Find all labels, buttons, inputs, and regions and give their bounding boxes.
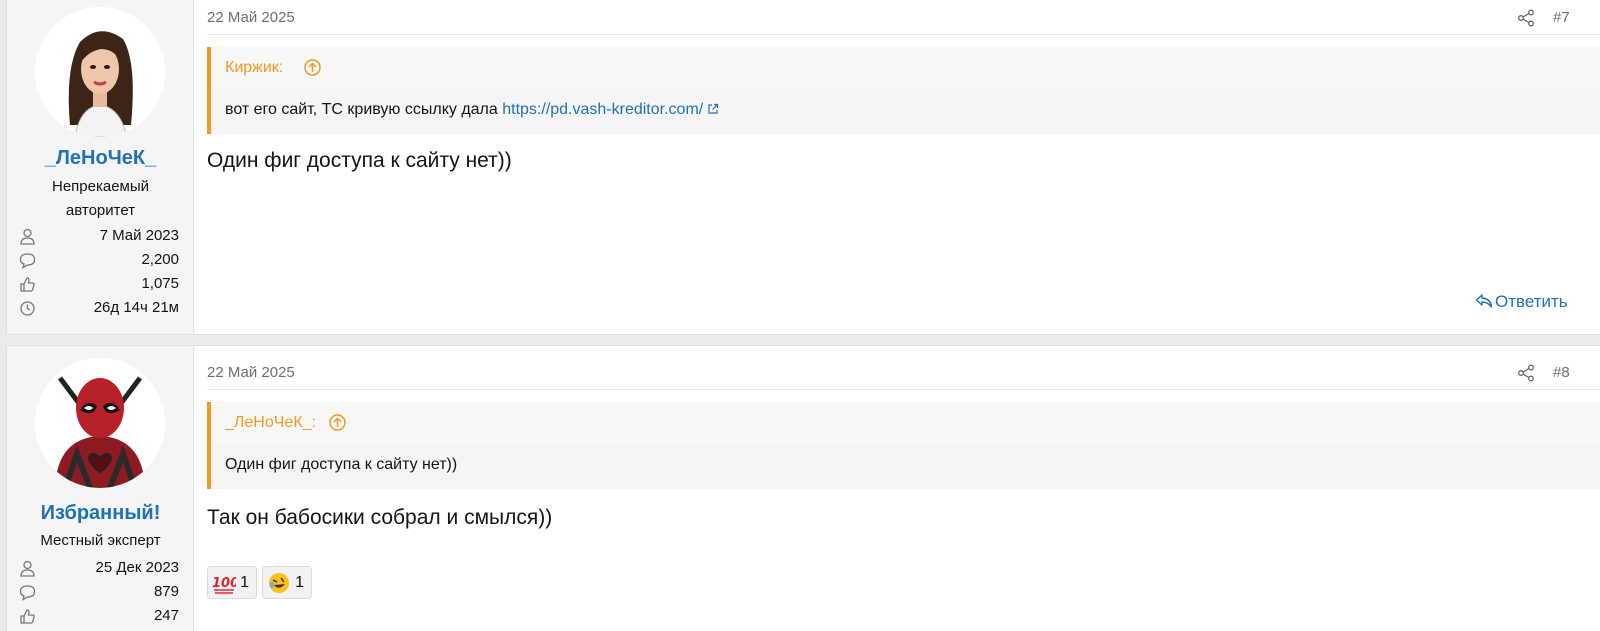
external-link-icon (708, 103, 719, 114)
thumbs-up-icon (20, 609, 35, 624)
svg-text:100: 100 (212, 576, 236, 591)
share-icon[interactable] (1517, 9, 1535, 27)
reaction-hundred[interactable]: 100 1 (207, 566, 257, 599)
user-icon (20, 228, 35, 245)
reaction-count: 1 (240, 574, 249, 591)
username[interactable]: _ЛеНоЧеК_ (7, 147, 194, 170)
stat-messages: 879 (19, 581, 179, 605)
post-number[interactable]: #8 (1553, 364, 1570, 381)
stat-messages-value: 879 (153, 583, 179, 600)
post-content: 22 Май 2025 #8 _ЛеНоЧеК_: Один фиг досту… (207, 346, 1600, 631)
post-meta: 22 Май 2025 #8 (207, 356, 1600, 390)
hundred-points-icon: 100 (212, 576, 236, 594)
user-title: Местный эксперт (40, 532, 161, 549)
stat-online-value: 26д 14ч 21м (93, 299, 179, 316)
user-icon (20, 560, 35, 577)
stat-messages-value: 2,200 (141, 251, 179, 268)
post-7: _ЛеНоЧеК_ Непрекаемый авторитет 7 Май 202… (6, 0, 1600, 335)
stat-joined: 7 Май 2023 (19, 225, 179, 249)
user-avatar[interactable] (35, 358, 165, 488)
post-message: Так он бабосики собрал и смылся)) (207, 506, 553, 529)
quote-header: Киржик: (211, 47, 1600, 89)
arrow-up-circle-icon[interactable] (328, 413, 347, 432)
post-number[interactable]: #7 (1553, 9, 1570, 26)
username[interactable]: Избранный! (7, 502, 194, 525)
quote-author[interactable]: _ЛеНоЧеК_: (225, 414, 316, 432)
post-date[interactable]: 22 Май 2025 (207, 9, 295, 26)
reply-label: Ответить (1495, 292, 1568, 311)
stat-joined-value: 7 Май 2023 (99, 227, 179, 244)
post-date[interactable]: 22 Май 2025 (207, 364, 295, 381)
stat-online: 26д 14ч 21м (19, 297, 179, 321)
user-stats: 7 Май 2023 2,200 1,075 26д 14ч 21м (19, 225, 179, 321)
user-info-panel: Избранный! Местный эксперт 25 Дек 2023 8… (7, 346, 194, 631)
quote-text: вот его сайт, ТС кривую ссылку дала http… (225, 101, 719, 119)
reply-button[interactable]: Ответить (1475, 292, 1568, 312)
clock-icon (20, 301, 35, 316)
quote-text-content: вот его сайт, ТС кривую ссылку дала (225, 101, 503, 118)
stat-reactions: 247 (19, 605, 179, 629)
comment-icon (19, 253, 36, 269)
quote-text: Один фиг доступа к сайту нет)) (225, 456, 458, 473)
user-stats: 25 Дек 2023 879 247 (19, 557, 179, 629)
post-content: 22 Май 2025 #7 Киржик: вот его сайт, ТС … (207, 0, 1600, 334)
user-title: Непрекаемый авторитет (51, 178, 150, 219)
share-icon[interactable] (1517, 364, 1535, 382)
stat-joined: 25 Дек 2023 (19, 557, 179, 581)
reply-icon (1475, 294, 1493, 308)
post-message: Один фиг доступа к сайту нет)) (207, 149, 512, 172)
quote-link[interactable]: https://pd.vash-kreditor.com/ (502, 101, 703, 118)
reaction-count: 1 (295, 574, 304, 591)
post-meta: 22 Май 2025 #7 (207, 1, 1600, 35)
stat-reactions-value: 247 (153, 607, 179, 624)
quote-block: _ЛеНоЧеК_: Один фиг доступа к сайту нет)… (207, 402, 1600, 489)
quote-header: _ЛеНоЧеК_: (211, 402, 1600, 444)
quote-block: Киржик: вот его сайт, ТС кривую ссылку д… (207, 47, 1600, 134)
thumbs-up-icon (20, 277, 35, 292)
user-info-panel: _ЛеНоЧеК_ Непрекаемый авторитет 7 Май 202… (7, 0, 194, 334)
quote-author[interactable]: Киржик: (225, 59, 283, 77)
stat-reactions-value: 1,075 (141, 275, 179, 292)
stat-joined-value: 25 Дек 2023 (95, 559, 179, 576)
arrow-up-circle-icon[interactable] (303, 58, 322, 77)
reaction-rofl[interactable]: 1 (262, 566, 312, 599)
post-8: Избранный! Местный эксперт 25 Дек 2023 8… (6, 345, 1600, 631)
user-avatar[interactable] (35, 7, 165, 137)
stat-messages: 2,200 (19, 249, 179, 273)
stat-reactions: 1,075 (19, 273, 179, 297)
comment-icon (19, 585, 36, 601)
rofl-emoji-icon (269, 573, 289, 593)
